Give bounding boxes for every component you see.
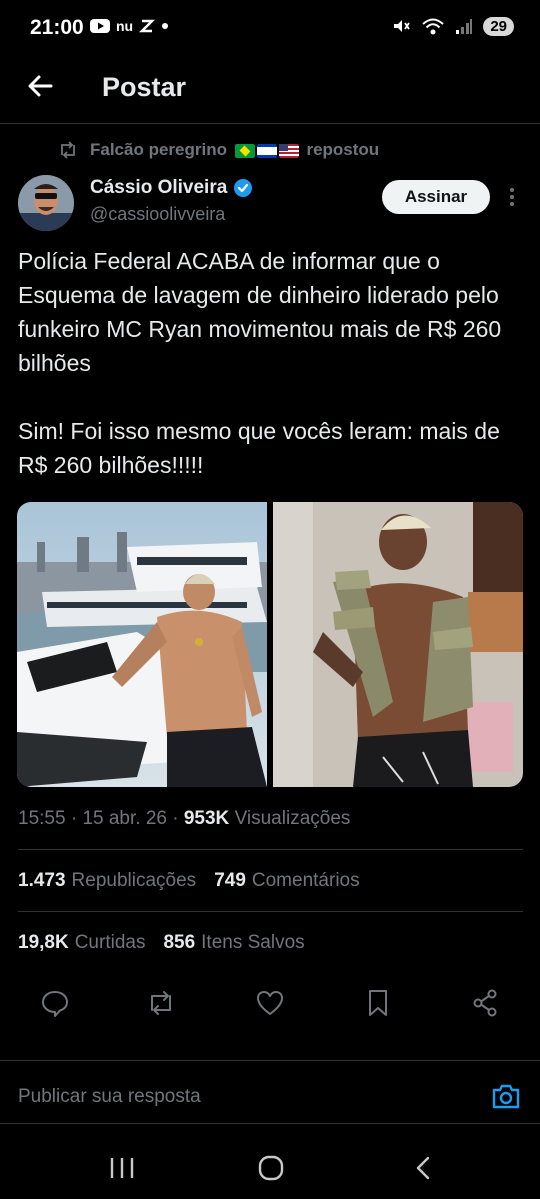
back-arrow-icon[interactable] [24, 70, 56, 102]
tweet-paragraph-1: Polícia Federal ACABA de informar que o … [18, 248, 502, 376]
photo-money[interactable] [273, 502, 523, 787]
tweet-body: Polícia Federal ACABA de informar que o … [18, 244, 523, 516]
saves-stat[interactable]: 856 Itens Salvos [163, 932, 304, 954]
views-label: Visualizações [234, 808, 351, 829]
reply-composer[interactable]: Publicar sua resposta [0, 1060, 540, 1124]
reply-input[interactable]: Publicar sua resposta [18, 1086, 201, 1108]
status-time: 21:00 [30, 16, 84, 39]
likes-label: Curtidas [74, 932, 146, 953]
nubank-icon: nu [116, 18, 134, 34]
divider [18, 911, 523, 912]
saves-label: Itens Salvos [201, 932, 305, 953]
usa-flag-icon [278, 143, 299, 158]
brazil-flag-icon [234, 143, 255, 158]
avatar[interactable] [18, 175, 74, 231]
more-options-icon[interactable] [506, 186, 518, 208]
bookmark-icon[interactable] [363, 988, 393, 1018]
tweet-media [17, 502, 523, 787]
recent-apps-icon[interactable] [108, 1154, 136, 1182]
repost-icon [61, 141, 75, 159]
status-bar: 21:00 nu 29 [0, 0, 540, 56]
camera-icon[interactable] [491, 1082, 521, 1110]
status-notification-icons: nu [90, 18, 169, 34]
tweet-time: 15:55 [18, 808, 66, 829]
youtube-icon [90, 19, 110, 33]
tweet-meta: 15:55 · 15 abr. 26 · 953K Visualizações [18, 808, 351, 829]
reposts-stat[interactable]: 1.473 Republicações [18, 870, 196, 892]
repost-indicator[interactable]: Falcão peregrino repostou [58, 140, 379, 160]
saves-count: 856 [163, 932, 196, 953]
reposter-name: Falcão peregrino [90, 140, 227, 159]
comments-stat[interactable]: 749 Comentários [214, 870, 359, 892]
photo-yacht-car[interactable] [17, 502, 267, 787]
system-nav-bar [0, 1124, 540, 1199]
reposts-label: Republicações [71, 870, 197, 891]
mute-icon [394, 20, 411, 32]
comments-count: 749 [214, 870, 246, 891]
israel-flag-icon [256, 143, 277, 158]
signal-icon [456, 19, 473, 34]
likes-stat[interactable]: 19,8K Curtidas [18, 932, 145, 954]
share-icon[interactable] [470, 988, 500, 1018]
author-name[interactable]: Cássio Oliveira [90, 177, 253, 199]
battery-indicator: 29 [483, 16, 514, 36]
stats-row-1: 1.473 Republicações 749 Comentários [18, 870, 360, 892]
comments-label: Comentários [251, 870, 360, 891]
dot-icon [162, 23, 169, 29]
page-title: Postar [102, 72, 187, 102]
home-icon[interactable] [257, 1154, 285, 1182]
repost-label: Falcão peregrino repostou [90, 140, 379, 160]
author-display-name: Cássio Oliveira [90, 177, 228, 198]
subscribe-button[interactable]: Assinar [382, 180, 490, 214]
like-icon[interactable] [255, 988, 285, 1018]
reply-icon[interactable] [40, 988, 70, 1018]
tweet-paragraph-2: Sim! Foi isso mesmo que vocês leram: mai… [18, 418, 500, 478]
tweet-actions [18, 988, 523, 1028]
app-icon [139, 19, 156, 33]
flag-emojis [234, 143, 299, 158]
top-app-bar: Postar [0, 56, 540, 124]
reposts-count: 1.473 [18, 870, 66, 891]
nav-back-icon[interactable] [410, 1154, 438, 1182]
status-system-icons: 29 [391, 16, 514, 36]
likes-count: 19,8K [18, 932, 69, 953]
wifi-icon [422, 18, 444, 35]
divider [18, 849, 523, 850]
author-handle[interactable]: @cassioolivveira [90, 204, 225, 225]
stats-row-2: 19,8K Curtidas 856 Itens Salvos [18, 932, 305, 954]
repost-suffix: repostou [306, 140, 380, 159]
repost-action-icon[interactable] [146, 988, 176, 1018]
tweet-date: 15 abr. 26 [82, 808, 167, 829]
verified-badge-icon [234, 179, 253, 197]
views-count: 953K [183, 808, 230, 829]
